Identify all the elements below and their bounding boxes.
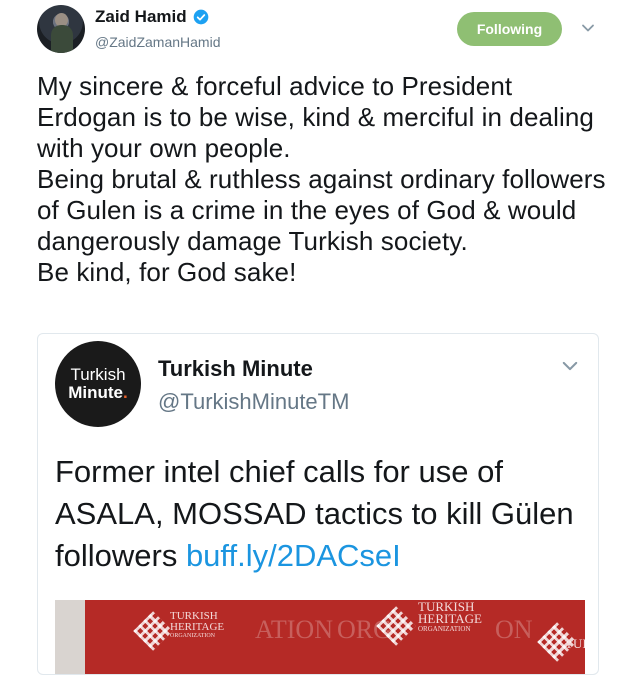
quoted-tweet-text: Former intel chief calls for use of ASAL… xyxy=(55,451,585,577)
chevron-down-icon[interactable] xyxy=(560,356,580,376)
tweet-paragraph: My sincere & forceful advice to Presiden… xyxy=(37,71,594,163)
image-bg-text: ON xyxy=(495,615,533,644)
avatar-logo-word: Minute xyxy=(68,383,124,402)
quoted-author-avatar[interactable]: Turkish Minute. xyxy=(55,341,141,427)
banner-1-title: TURKISH HERITAGE xyxy=(170,610,225,633)
quoted-media-image[interactable]: TURKISH HERITAGE ORGANIZATION ATION ORG … xyxy=(55,600,585,674)
tweet-header: Zaid Hamid @ZaidZamanHamid Following xyxy=(0,0,631,64)
image-bg-text: ATION xyxy=(255,615,333,644)
tweet-paragraph: Being brutal & ruthless against ordinary… xyxy=(37,164,606,256)
banner-2-title: TURKISH HERITAGE xyxy=(418,600,482,626)
quoted-author-handle[interactable]: @TurkishMinuteTM xyxy=(158,389,349,415)
quoted-link[interactable]: buff.ly/2DACseI xyxy=(186,538,401,573)
tweet-text: My sincere & forceful advice to Presiden… xyxy=(37,71,607,288)
image-banner-1: TURKISH HERITAGE ORGANIZATION xyxy=(167,610,233,641)
avatar-logo-dot: . xyxy=(123,383,128,402)
image-banner-2: TURKISH HERITAGE ORGANIZATION xyxy=(415,600,491,634)
quoted-tweet-card[interactable]: Turkish Minute. Turkish Minute @TurkishM… xyxy=(37,333,599,675)
avatar-logo-line2: Minute. xyxy=(68,384,128,402)
author-name[interactable]: Zaid Hamid xyxy=(95,7,187,27)
tweet-paragraph: Be kind, for God sake! xyxy=(37,257,297,287)
verified-badge-icon xyxy=(193,9,208,25)
image-left-edge xyxy=(55,600,85,674)
banner-2-sub: ORGANIZATION xyxy=(418,625,471,633)
chevron-down-icon[interactable] xyxy=(580,20,596,36)
author-name-row: Zaid Hamid xyxy=(95,7,209,27)
author-avatar[interactable] xyxy=(37,5,85,53)
quoted-author-name[interactable]: Turkish Minute xyxy=(158,356,313,382)
image-bg-text: TUI xyxy=(565,636,585,651)
banner-1-sub: ORGANIZATION xyxy=(170,633,215,639)
avatar-logo-line1: Turkish xyxy=(70,365,126,384)
author-handle[interactable]: @ZaidZamanHamid xyxy=(95,34,220,50)
following-button[interactable]: Following xyxy=(457,12,562,46)
avatar-body-shape xyxy=(51,25,73,53)
